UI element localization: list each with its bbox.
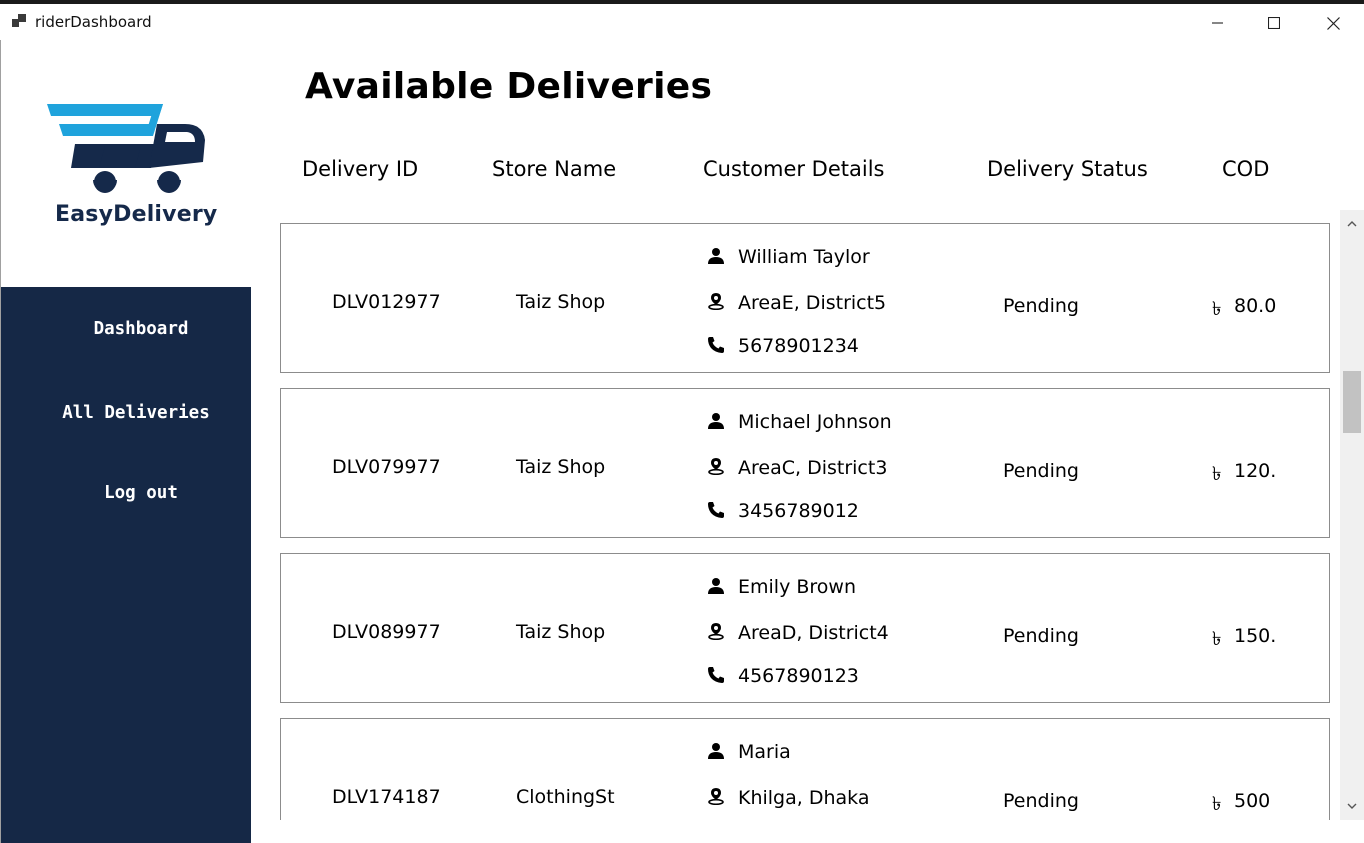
- delivery-card[interactable]: DLV012977 Taiz Shop William Taylor AreaE…: [280, 223, 1330, 373]
- page-title: Available Deliveries: [305, 66, 713, 107]
- delivery-card[interactable]: DLV079977 Taiz Shop Michael Johnson Area…: [280, 388, 1330, 538]
- customer-phone: 5678901234: [738, 335, 859, 357]
- column-header-customer-details: Customer Details: [703, 157, 885, 181]
- cod-amount: 120.: [1234, 460, 1277, 482]
- person-icon: [708, 743, 724, 759]
- store-name: Taiz Shop: [516, 621, 606, 643]
- column-header-delivery-id: Delivery ID: [302, 157, 419, 181]
- cod-amount: 150.: [1234, 625, 1277, 647]
- scroll-up-button[interactable]: [1340, 210, 1364, 238]
- delivery-status: Pending: [1003, 295, 1079, 317]
- location-pin-icon: [708, 458, 724, 475]
- content-bottom-margin: [252, 820, 1364, 843]
- sidebar-item-dashboard[interactable]: Dashboard: [16, 319, 266, 339]
- column-header-delivery-status: Delivery Status: [987, 157, 1148, 181]
- customer-address: AreaE, District5: [738, 292, 887, 314]
- customer-address: Khilga, Dhaka: [738, 787, 870, 809]
- maximize-button[interactable]: [1251, 8, 1297, 38]
- chevron-down-icon: [1347, 803, 1357, 809]
- close-icon: [1326, 16, 1340, 30]
- minimize-icon: [1212, 22, 1223, 24]
- currency-symbol: ৳: [1212, 628, 1222, 650]
- store-name: ClothingSt: [516, 786, 615, 808]
- cod-amount: 80.0: [1234, 295, 1277, 317]
- chevron-up-icon: [1347, 221, 1357, 227]
- delivery-id: DLV174187: [332, 786, 441, 808]
- maximize-icon: [1268, 17, 1280, 29]
- customer-phone: 4567890123: [738, 665, 859, 687]
- delivery-card[interactable]: DLV174187 ClothingSt Maria Khilga, Dhaka…: [280, 718, 1330, 820]
- location-pin-icon: [708, 293, 724, 310]
- currency-symbol: ৳: [1212, 793, 1222, 815]
- vertical-scrollbar[interactable]: [1340, 210, 1364, 820]
- phone-icon: [708, 337, 724, 353]
- person-icon: [708, 578, 724, 594]
- delivery-status: Pending: [1003, 460, 1079, 482]
- location-pin-icon: [708, 623, 724, 640]
- store-name: Taiz Shop: [516, 456, 606, 478]
- deliveries-list[interactable]: DLV012977 Taiz Shop William Taylor AreaE…: [252, 210, 1340, 820]
- sidebar-item-all-deliveries[interactable]: All Deliveries: [11, 403, 261, 423]
- delivery-card[interactable]: DLV089977 Taiz Shop Emily Brown AreaD, D…: [280, 553, 1330, 703]
- close-button[interactable]: [1310, 8, 1356, 38]
- scroll-thumb[interactable]: [1343, 371, 1361, 433]
- customer-name: Emily Brown: [738, 576, 856, 598]
- location-pin-icon: [708, 788, 724, 805]
- delivery-id: DLV089977: [332, 621, 441, 643]
- phone-icon: [708, 502, 724, 518]
- customer-name: William Taylor: [738, 246, 870, 268]
- customer-address: AreaD, District4: [738, 622, 889, 644]
- cod-amount: 500: [1234, 790, 1271, 812]
- customer-address: AreaC, District3: [738, 457, 888, 479]
- column-header-cod: COD: [1222, 157, 1270, 181]
- sidebar-item-log-out[interactable]: Log out: [16, 483, 266, 503]
- customer-name: Maria: [738, 741, 791, 763]
- scroll-down-button[interactable]: [1340, 792, 1364, 820]
- store-name: Taiz Shop: [516, 291, 606, 313]
- sidebar: Dashboard All Deliveries Log out: [1, 287, 251, 843]
- customer-name: Michael Johnson: [738, 411, 892, 433]
- delivery-truck-logo-icon: [47, 104, 205, 193]
- person-icon: [708, 413, 724, 429]
- person-icon: [708, 248, 724, 264]
- currency-symbol: ৳: [1212, 463, 1222, 485]
- delivery-status: Pending: [1003, 625, 1079, 647]
- delivery-id: DLV012977: [332, 291, 441, 313]
- logo-panel: EasyDelivery: [1, 40, 251, 287]
- currency-symbol: ৳: [1212, 298, 1222, 320]
- delivery-id: DLV079977: [332, 456, 441, 478]
- minimize-button[interactable]: [1195, 8, 1241, 38]
- title-bar[interactable]: riderDashboard: [0, 4, 1364, 40]
- customer-phone: 3456789012: [738, 500, 859, 522]
- phone-icon: [708, 667, 724, 683]
- brand-name: EasyDelivery: [55, 202, 218, 227]
- window-title: riderDashboard: [35, 13, 152, 31]
- column-header-store-name: Store Name: [492, 157, 617, 181]
- app-window-icon: [12, 14, 26, 28]
- delivery-status: Pending: [1003, 790, 1079, 812]
